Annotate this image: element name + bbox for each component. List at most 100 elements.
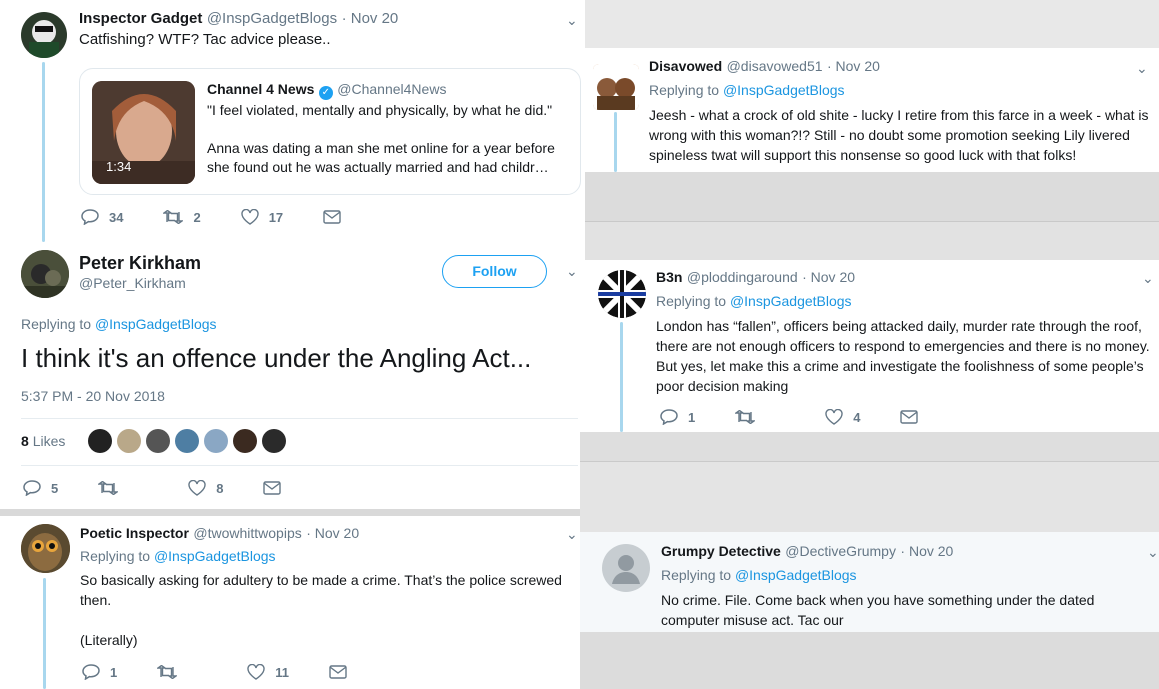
right-top-shadow-strip <box>585 0 1159 48</box>
chevron-down-icon[interactable]: ⌄ <box>1142 270 1154 287</box>
card-source-handle: @Channel4News <box>337 81 447 97</box>
author-handle[interactable]: @DectiveGrumpy <box>785 543 896 559</box>
envelope-icon <box>329 665 347 679</box>
author-handle[interactable]: @twowhittwopips <box>193 525 301 541</box>
video-thumbnail[interactable]: 1:34 <box>92 81 195 184</box>
follow-button[interactable]: Follow <box>442 255 547 288</box>
author-name[interactable]: Disavowed <box>649 58 722 74</box>
tweet-text: Jeesh - what a crock of old shite - luck… <box>649 107 1149 163</box>
like-button[interactable]: 11 <box>247 664 289 680</box>
reply-tweet-disavowed: Disavowed @disavowed51 · Nov 20 ⌄ Replyi… <box>585 48 1159 172</box>
owl-avatar[interactable] <box>21 524 70 573</box>
card-source-name: Channel 4 News <box>207 81 315 97</box>
reply-tweet-grumpy-detective: Grumpy Detective @DectiveGrumpy · Nov 20… <box>580 532 1159 632</box>
panel-bottom-fill <box>580 632 1159 689</box>
tweet-date[interactable]: · Nov 20 <box>900 543 953 559</box>
retweet-button[interactable]: 2 <box>163 210 201 225</box>
envelope-icon <box>900 410 919 424</box>
main-author-handle[interactable]: @Peter_Kirkham <box>79 275 186 291</box>
thread-line <box>42 62 45 242</box>
chevron-down-icon[interactable]: ⌄ <box>1147 544 1159 561</box>
direct-message-button[interactable] <box>900 410 928 424</box>
retweet-icon <box>735 410 756 424</box>
heart-icon <box>247 664 265 680</box>
reply-icon <box>660 409 678 425</box>
author-handle[interactable]: @InspGadgetBlogs <box>207 10 337 27</box>
heart-icon <box>188 480 206 496</box>
chevron-down-icon[interactable]: ⌄ <box>566 263 578 280</box>
divider <box>21 418 578 419</box>
tweet-text: No crime. File. Come back when you have … <box>661 592 1095 628</box>
envelope-icon <box>323 210 341 224</box>
liker-avatar[interactable] <box>117 429 141 453</box>
verified-badge-icon: ✓ <box>318 86 333 100</box>
reply-button[interactable]: 1 <box>660 409 695 425</box>
tweet-actions: 34 2 17 <box>81 209 391 225</box>
main-tweet-actions: 5 8 <box>23 480 331 496</box>
tweet-text: Catfishing? WTF? Tac advice please.. <box>79 31 331 48</box>
author-handle[interactable]: @disavowed51 <box>727 58 823 74</box>
retweet-button[interactable] <box>157 665 187 679</box>
liker-avatar[interactable] <box>233 429 257 453</box>
liker-avatar[interactable] <box>146 429 170 453</box>
main-tweet-text: I think it's an offence under the Anglin… <box>21 343 532 373</box>
direct-message-button[interactable] <box>263 481 291 495</box>
chevron-down-icon[interactable]: ⌄ <box>566 526 578 543</box>
replying-to: Replying to @InspGadgetBlogs <box>649 82 845 98</box>
tweet-date[interactable]: · Nov 20 <box>827 58 880 74</box>
main-author-name[interactable]: Peter Kirkham <box>79 253 201 274</box>
replying-to-handle-link[interactable]: @InspGadgetBlogs <box>730 293 852 309</box>
likes-summary[interactable]: 8 Likes <box>21 433 65 449</box>
author-name[interactable]: Poetic Inspector <box>80 525 189 541</box>
default-profile-avatar[interactable] <box>602 544 650 592</box>
retweet-button[interactable] <box>98 481 128 495</box>
inspector-gadget-avatar[interactable] <box>21 12 67 58</box>
tweet-date[interactable]: · Nov 20 <box>306 525 359 541</box>
replying-to: Replying to @InspGadgetBlogs <box>21 316 217 332</box>
tweet-date[interactable]: · Nov 20 <box>802 269 855 285</box>
author-name[interactable]: Grumpy Detective <box>661 543 781 559</box>
reply-tweet-poetic-inspector: Poetic Inspector @twowhittwopips · Nov 2… <box>0 516 580 689</box>
author-handle[interactable]: @ploddingaround <box>687 269 798 285</box>
tweet-actions: 1 11 <box>82 664 397 680</box>
chevron-down-icon[interactable]: ⌄ <box>1136 60 1148 77</box>
reply-button[interactable]: 1 <box>82 664 117 680</box>
replying-to-handle-link[interactable]: @InspGadgetBlogs <box>154 548 276 564</box>
replying-to-handle-link[interactable]: @InspGadgetBlogs <box>735 567 857 583</box>
muppets-avatar[interactable] <box>593 64 639 110</box>
reply-button[interactable]: 34 <box>81 209 123 225</box>
direct-message-button[interactable] <box>323 210 351 224</box>
thread-line <box>43 578 46 689</box>
like-button[interactable]: 17 <box>241 209 283 225</box>
peter-kirkham-avatar[interactable] <box>21 250 69 298</box>
liker-avatar[interactable] <box>204 429 228 453</box>
media-card[interactable]: 1:34 Channel 4 News ✓ @Channel4News "I f… <box>79 68 581 195</box>
card-quote: "I feel violated, mentally and physicall… <box>207 102 553 118</box>
envelope-icon <box>263 481 282 495</box>
direct-message-button[interactable] <box>329 665 357 679</box>
like-button[interactable]: 8 <box>188 480 223 496</box>
tweet-text-line: (Literally) <box>80 632 138 648</box>
main-timestamp[interactable]: 5:37 PM - 20 Nov 2018 <box>21 388 165 404</box>
panel-bottom-strip <box>585 172 1159 222</box>
retweet-button[interactable] <box>735 410 765 424</box>
retweet-icon <box>157 665 178 679</box>
liker-avatar[interactable] <box>175 429 199 453</box>
like-button[interactable]: 4 <box>825 409 860 425</box>
author-name[interactable]: B3n <box>656 269 682 285</box>
thread-line <box>620 322 623 432</box>
tweet-date[interactable]: · Nov 20 <box>342 10 399 27</box>
replying-to-handle-link[interactable]: @InspGadgetBlogs <box>95 316 217 332</box>
replying-to-handle-link[interactable]: @InspGadgetBlogs <box>723 82 845 98</box>
author-name[interactable]: Inspector Gadget <box>79 10 202 27</box>
divider <box>21 465 578 466</box>
heart-icon <box>241 209 259 225</box>
reply-button[interactable]: 5 <box>23 480 58 496</box>
reply-icon <box>82 664 100 680</box>
chevron-down-icon[interactable]: ⌄ <box>566 12 578 29</box>
liker-avatar[interactable] <box>262 429 286 453</box>
liker-avatar[interactable] <box>88 429 112 453</box>
union-jack-avatar[interactable] <box>598 270 646 318</box>
replying-to: Replying to @InspGadgetBlogs <box>661 567 857 583</box>
panel-gap <box>580 462 1159 532</box>
